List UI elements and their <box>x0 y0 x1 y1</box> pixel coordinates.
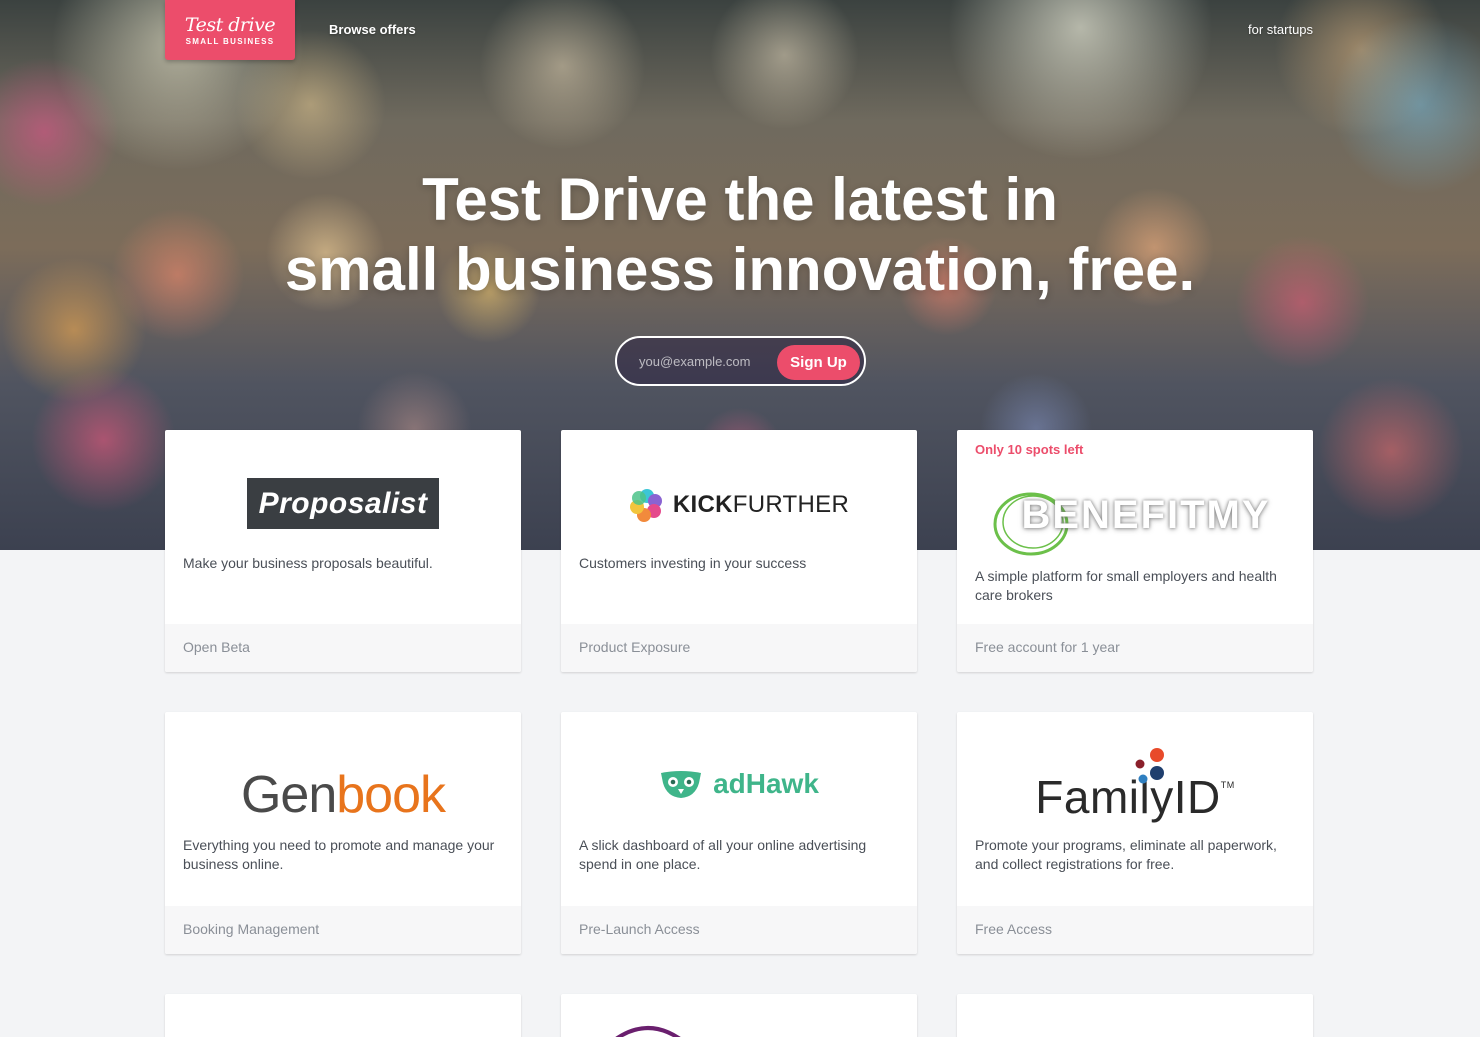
offer-perk: Product Exposure <box>561 624 917 672</box>
dots-icon <box>1135 748 1165 784</box>
kickfurther-logo-bold: KICK <box>672 491 733 518</box>
logo-script-text: Test drive <box>184 13 276 36</box>
signup-button[interactable]: Sign Up <box>777 345 860 380</box>
genbook-logo: Genbook <box>240 765 446 825</box>
offer-description: Everything you need to promote and manag… <box>183 837 495 872</box>
offer-logo: KICKFURTHER <box>561 485 917 525</box>
offer-logo: Genbook <box>165 764 521 826</box>
offer-logo: adHawk <box>561 764 917 804</box>
offer-card-kickfurther[interactable]: KICKFURTHER Customers investing in your … <box>561 430 917 672</box>
kickfurther-logo: KICKFURTHER <box>629 487 849 523</box>
benefitmy-logo: BENEFITMY <box>993 492 1271 555</box>
familyid-tm: TM <box>1220 780 1235 790</box>
proposalist-logo: Proposalist <box>247 478 439 529</box>
offer-card-row3-3[interactable] <box>957 994 1313 1037</box>
offer-card-benefitmy[interactable]: Only 10 spots left BENEFITMY A simple pl… <box>957 430 1313 672</box>
logo-subtitle: SMALL BUSINESS <box>185 36 275 46</box>
offer-card-row3-1[interactable] <box>165 994 521 1037</box>
offer-logo: BENEFITMY <box>957 480 1313 555</box>
adhawk-logo: adHawk <box>659 768 819 800</box>
signup-form: Sign Up <box>615 336 866 386</box>
nav-for-startups[interactable]: for startups <box>1248 22 1313 37</box>
offer-logo: Proposalist <box>165 478 521 529</box>
offer-description: Promote your programs, eliminate all pap… <box>975 837 1277 872</box>
adhawk-logo-text: adHawk <box>713 768 819 799</box>
offer-card-adhawk[interactable]: adHawk A slick dashboard of all your onl… <box>561 712 917 954</box>
offer-perk: Open Beta <box>165 624 521 672</box>
hero-headline-line1: Test Drive the latest in <box>422 166 1058 233</box>
kickfurther-flower-icon <box>629 489 662 522</box>
spots-left-badge: Only 10 spots left <box>975 442 1084 457</box>
partial-logo-icon <box>615 1026 681 1037</box>
offer-description: Make your business proposals beautiful. <box>183 555 433 571</box>
offer-card-proposalist[interactable]: Proposalist Make your business proposals… <box>165 430 521 672</box>
owl-icon <box>661 771 702 798</box>
offer-perk: Free account for 1 year <box>957 624 1313 672</box>
offer-logo: FamilyIDTM <box>957 736 1313 836</box>
site-logo[interactable]: Test drive SMALL BUSINESS <box>165 0 295 60</box>
benefitmy-logo-text: BENEFITMY <box>1021 492 1271 537</box>
email-input[interactable] <box>639 350 774 372</box>
genbook-logo-gen: Gen <box>240 766 337 824</box>
offer-description: A simple platform for small employers an… <box>975 568 1277 603</box>
offer-perk: Free Access <box>957 906 1313 954</box>
hero-headline: Test Drive the latest in small business … <box>0 165 1480 305</box>
offer-card-row3-2[interactable] <box>561 994 917 1037</box>
nav-browse-offers[interactable]: Browse offers <box>329 22 416 37</box>
offer-description: A slick dashboard of all your online adv… <box>579 837 867 872</box>
offer-card-familyid[interactable]: FamilyIDTM Promote your programs, elimin… <box>957 712 1313 954</box>
kickfurther-logo-light: FURTHER <box>732 491 850 518</box>
offer-description: Customers investing in your success <box>579 555 807 571</box>
familyid-logo: FamilyIDTM <box>1035 748 1234 824</box>
genbook-logo-book: book <box>336 766 446 824</box>
hero-headline-line2: small business innovation, free. <box>284 236 1196 303</box>
offer-perk: Booking Management <box>165 906 521 954</box>
offer-card-genbook[interactable]: Genbook Everything you need to promote a… <box>165 712 521 954</box>
offer-perk: Pre-Launch Access <box>561 906 917 954</box>
